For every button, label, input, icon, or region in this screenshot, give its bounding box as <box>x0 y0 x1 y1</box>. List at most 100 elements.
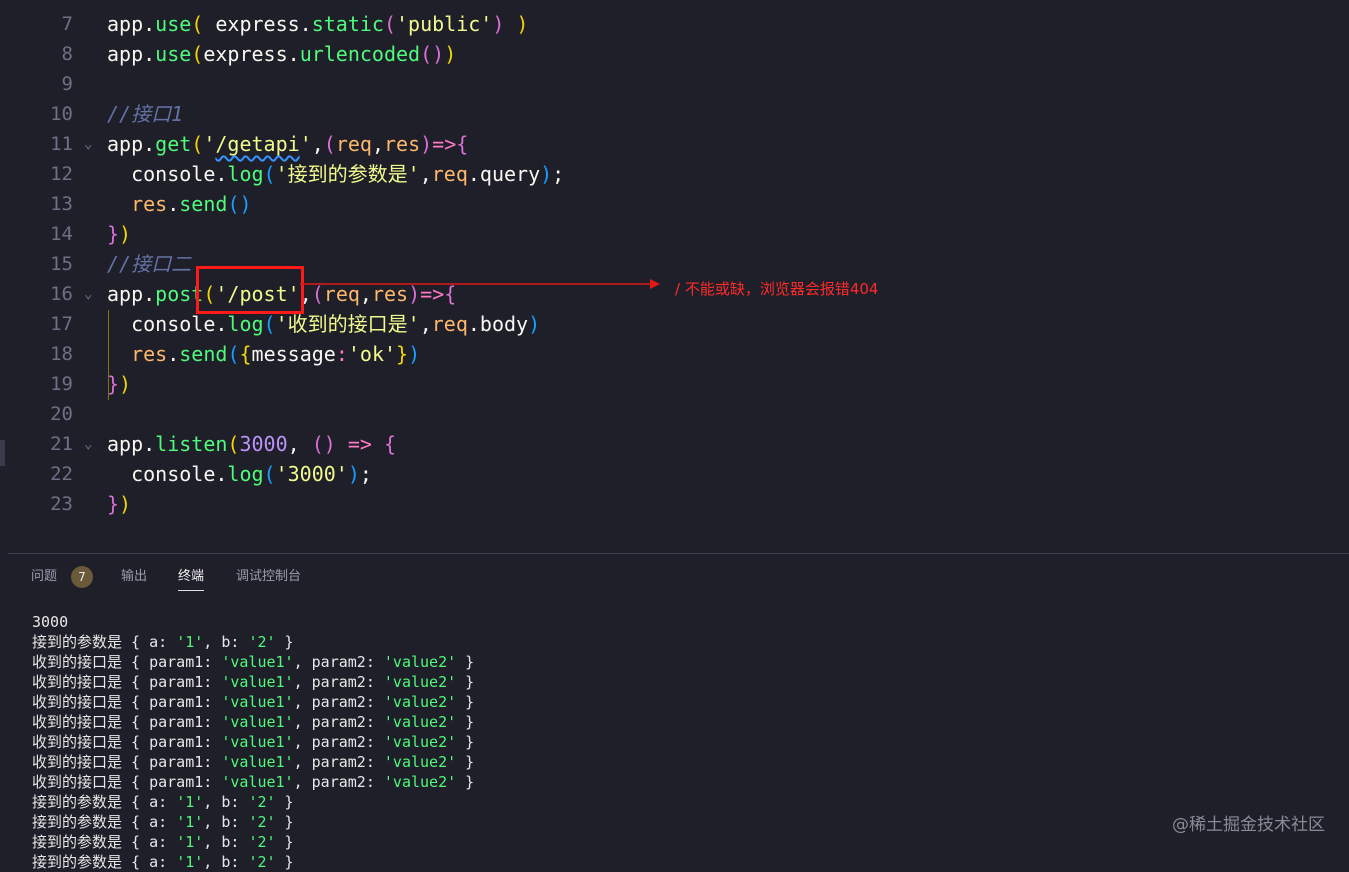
terminal-text: '2' <box>248 633 276 651</box>
terminal-text: '1' <box>176 833 204 851</box>
terminal-text: , b: <box>203 853 249 871</box>
code-token: ) <box>528 312 541 336</box>
terminal-text: 收到的接口是 { param1: <box>32 753 222 771</box>
annotation-text: / 不能或缺，浏览器会报错404 <box>675 280 879 298</box>
terminal-text: 3000 <box>32 613 69 631</box>
terminal-text: , param2: <box>293 653 384 671</box>
terminal-text: 'value2' <box>383 773 457 791</box>
code-token: console <box>107 462 216 486</box>
terminal-text: } <box>456 733 475 751</box>
problems-count-badge: 7 <box>71 566 93 588</box>
terminal-text: 'value2' <box>383 733 457 751</box>
terminal-text: 'value1' <box>221 733 294 751</box>
line-number: 17 <box>50 313 73 335</box>
terminal-text: 收到的接口是 { param1: <box>32 713 222 731</box>
terminal-line: 接到的参数是 { a: '1', b: '2' } <box>32 812 1332 832</box>
code-token: use <box>155 12 192 36</box>
code-token: , <box>311 132 324 156</box>
code-token: . <box>215 462 228 486</box>
code-token: { <box>384 432 397 456</box>
code-token: ) <box>432 42 445 66</box>
code-token: ' <box>203 132 216 156</box>
terminal-text: 'value2' <box>383 653 457 671</box>
code-token: => <box>432 132 457 156</box>
code-token: ) <box>119 372 132 396</box>
code-token: , <box>371 132 384 156</box>
line-number: 16 <box>50 283 73 305</box>
line-number: 13 <box>50 193 73 215</box>
terminal-line: 收到的接口是 { param1: 'value1', param2: 'valu… <box>32 772 1332 792</box>
terminal-text: , b: <box>203 793 249 811</box>
terminal-text: } <box>456 653 475 671</box>
terminal-line: 收到的接口是 { param1: 'value1', param2: 'valu… <box>32 652 1332 672</box>
code-token: 3000 <box>239 432 288 456</box>
terminal-text: } <box>456 713 475 731</box>
tab-terminal[interactable]: 终端 <box>178 568 205 591</box>
terminal-text: , param2: <box>293 713 384 731</box>
line-number: 21 <box>50 433 73 455</box>
line-number: 12 <box>50 163 73 185</box>
code-token: ( <box>420 42 433 66</box>
code-token: , <box>419 162 432 186</box>
code-token: ( <box>263 312 276 336</box>
code-token: message <box>251 342 336 366</box>
terminal-text: 'value1' <box>221 753 294 771</box>
code-token: ) <box>119 222 132 246</box>
terminal-text: 接到的参数是 { a: <box>32 633 177 651</box>
fold-chevron-icon[interactable]: ⌄ <box>84 429 92 459</box>
code-editor[interactable]: 7 app.use( express.static('public') ) 8 app… <box>0 0 1349 553</box>
code-token: query <box>479 162 541 186</box>
terminal-text: 收到的接口是 { param1: <box>32 673 222 691</box>
code-token: ) <box>504 12 529 36</box>
code-token: send <box>179 192 228 216</box>
code-token: req <box>431 312 468 336</box>
code-token: req <box>431 162 468 186</box>
code-token: . <box>215 162 228 186</box>
tab-output[interactable]: 输出 <box>121 568 147 586</box>
terminal-text: 接到的参数是 { a: <box>32 833 177 851</box>
fold-chevron-icon[interactable]: ⌄ <box>84 129 92 159</box>
code-token: } <box>107 222 120 246</box>
terminal-text: 接到的参数是 { a: <box>32 793 177 811</box>
terminal-text: 收到的接口是 { param1: <box>32 693 222 711</box>
code-token: ) <box>323 432 336 456</box>
code-token: . <box>467 312 480 336</box>
code-token: '收到的接口是' <box>275 312 420 336</box>
code-token: , <box>419 312 432 336</box>
terminal-line: 收到的接口是 { param1: 'value1', param2: 'valu… <box>32 712 1332 732</box>
line-number: 23 <box>50 493 73 515</box>
line-number: 14 <box>50 223 73 245</box>
code-token: res <box>107 342 168 366</box>
code-token: app <box>107 12 144 36</box>
terminal-output[interactable]: 3000 接到的参数是 { a: '1', b: '2' } 收到的接口是 { pa… <box>32 612 1332 872</box>
code-token: res <box>384 132 421 156</box>
code-token: //接口二 <box>107 252 192 276</box>
tab-problems[interactable]: 问题 <box>31 568 57 586</box>
indent-guide <box>108 310 109 400</box>
code-token: log <box>227 162 264 186</box>
terminal-line: 收到的接口是 { param1: 'value1', param2: 'valu… <box>32 752 1332 772</box>
code-token: ) <box>492 12 505 36</box>
line-number: 11 <box>50 133 73 155</box>
line-number: 15 <box>50 253 73 275</box>
terminal-text: 接到的参数是 { a: <box>32 813 177 831</box>
line-number: 8 <box>61 43 73 65</box>
code-token: ) <box>408 342 421 366</box>
terminal-text: '1' <box>176 853 204 871</box>
code-token: . <box>167 192 180 216</box>
line-number: 10 <box>50 103 73 125</box>
terminal-text: 收到的接口是 { param1: <box>32 773 222 791</box>
code-token: . <box>287 42 300 66</box>
line-number: 7 <box>61 13 73 35</box>
code-token: 'ok' <box>347 342 397 366</box>
code-token: . <box>143 432 156 456</box>
code-text: res.send() <box>107 189 251 219</box>
code-token: app <box>107 42 144 66</box>
code-token: } <box>396 342 409 366</box>
terminal-text: , param2: <box>293 753 384 771</box>
code-token: console <box>107 162 216 186</box>
tab-debug-console[interactable]: 调试控制台 <box>236 568 301 586</box>
terminal-text: } <box>456 693 475 711</box>
fold-chevron-icon[interactable]: ⌄ <box>84 279 92 309</box>
code-token: ( <box>227 342 240 366</box>
